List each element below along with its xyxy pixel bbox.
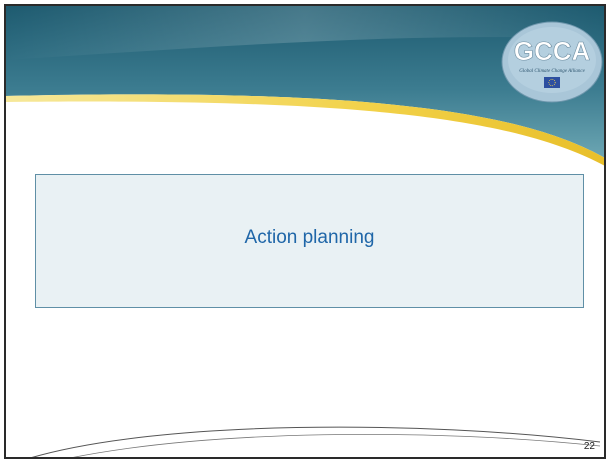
slide: GCCA Global Climate Change Alliance Acti… bbox=[0, 0, 610, 461]
logo-tagline: Global Climate Change Alliance bbox=[519, 69, 585, 74]
bottom-swoosh-line bbox=[29, 426, 601, 459]
slide-title: Action planning bbox=[244, 227, 375, 248]
title-box: Action planning bbox=[35, 174, 584, 308]
eu-flag-icon bbox=[544, 77, 560, 88]
gcca-logo: GCCA Global Climate Change Alliance bbox=[501, 21, 603, 103]
page-number: 22 bbox=[583, 441, 595, 452]
logo-text: GCCA bbox=[514, 36, 591, 66]
